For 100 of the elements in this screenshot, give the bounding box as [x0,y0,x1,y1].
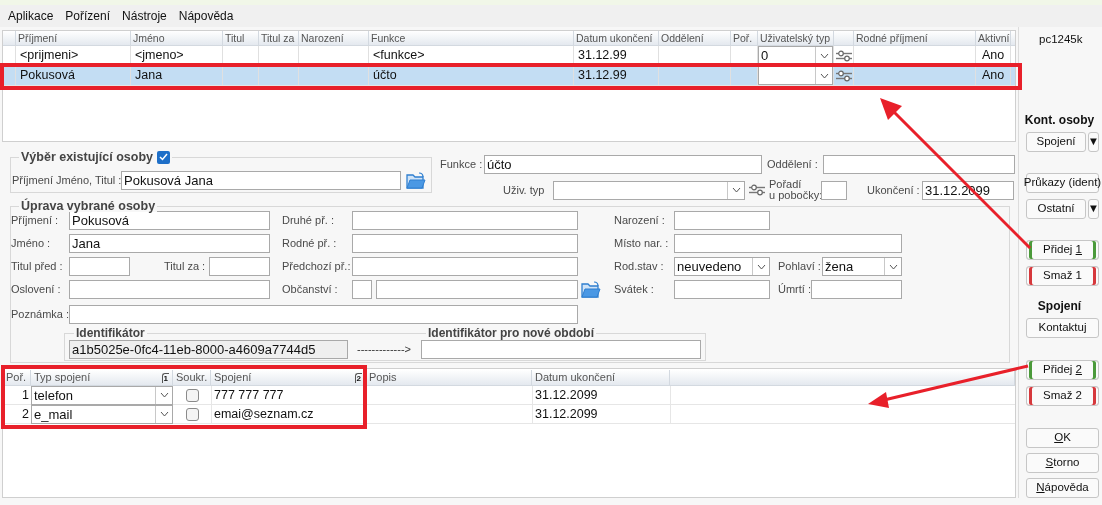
column-header: Příjmení [18,32,58,44]
column-header: Datum ukončení [576,32,653,44]
button[interactable]: Smaž 2 [1026,386,1099,406]
dropdown-field[interactable] [553,180,745,200]
field-label: Svátek : [614,282,655,298]
field-label: Předchozí př.: [282,259,352,275]
field-label: Uživ. typ [503,182,546,198]
table-cell-text: 777 777 777 [214,386,284,404]
text-field[interactable] [352,257,578,276]
menu-item[interactable]: Nástroje [116,7,173,25]
field-label: Úmrtí : [778,282,811,298]
button[interactable]: OK [1026,428,1099,448]
text-field[interactable] [823,155,1015,174]
sort-indicator: 1 [161,372,169,383]
column-header: Jméno [133,32,165,44]
button[interactable]: Průkazy (ident) [1026,173,1099,193]
dropdown-field[interactable]: žena [822,257,902,276]
button[interactable]: Spojení [1026,132,1086,152]
text-field[interactable] [421,340,701,359]
column-header: Uživatelský typ [760,32,831,44]
button[interactable]: Nápověda [1026,478,1099,498]
button[interactable]: Storno [1026,453,1099,473]
field-label: Rod.stav : [614,259,665,275]
dropdown-field[interactable]: neuvedeno [674,257,770,276]
text-field[interactable] [674,280,770,299]
text-field[interactable] [209,257,270,276]
text-field[interactable] [674,234,902,253]
table-cell-text: 1 [22,386,29,404]
field-label: Oddělení : [767,157,819,173]
folder-icon [406,172,426,189]
table-cell-text: Ano [980,47,1006,65]
text-field[interactable] [352,211,578,230]
column-header: Poř. [6,370,27,386]
button[interactable]: Kontaktuj [1026,318,1099,338]
field-label: Pohlaví : [778,259,822,275]
column-header: Spojení [214,370,252,386]
text-field[interactable]: Jana [69,234,270,253]
chevron-down-icon [159,392,169,398]
dropdown-button[interactable]: ▼ [1088,132,1099,152]
table-row[interactable]: Pokusová Jana účto 31.12.99 Ano [3,66,1015,86]
button[interactable]: Smaž 1 [1026,266,1099,286]
column-header: Rodné příjmení [856,32,928,44]
button[interactable]: Přidej 2 [1026,360,1099,380]
text-field[interactable]: účto [484,155,762,174]
field-label: Oslovení : [11,282,62,298]
text-field[interactable] [376,280,578,299]
menu-item[interactable]: Pořízení [59,7,117,25]
field-label: Občanství : [282,282,339,298]
table-cell-text: účto [372,67,398,85]
checkbox[interactable] [157,150,170,164]
sort-indicator: 2 [354,372,362,383]
column-header: Typ spojení [34,370,91,386]
column-header: Aktivní [978,32,1010,44]
button[interactable]: Ostatní [1026,199,1086,219]
chevron-down-icon [888,263,898,270]
field-label: Místo nar. : [614,236,670,252]
text-field[interactable] [69,305,578,324]
column-header: Datum ukončení [535,370,616,386]
group-title: Identifikátor [76,327,145,339]
table-cell-text: Pokusová [19,67,76,85]
column-header: Titul za [261,32,295,44]
table-cell-text: <prijmeni> [19,47,80,65]
group-title: Výběr existující osoby [21,149,153,165]
sliders-icon [834,49,853,62]
button[interactable]: Přidej 1 [1026,240,1099,260]
computer-name: pc1245k [1039,32,1084,46]
column-header: Narození [301,32,344,44]
table-cell-text: 31.12.2099 [535,405,598,423]
text-field[interactable] [352,234,578,253]
text-field[interactable] [352,280,372,299]
text-field[interactable] [811,280,902,299]
text-field[interactable] [69,280,270,299]
field-label: Titul za : [164,259,207,275]
arrow-text: -------------> [355,342,412,358]
table-cell-text: 31.12.2099 [535,386,598,404]
table-cell-text: 2 [22,405,29,423]
table-cell-text: <jmeno> [134,47,185,65]
id-field[interactable]: a1b5025e-0fc4-11eb-8000-a4609a7744d5 [69,340,348,359]
text-field[interactable]: Pokusová Jana [121,171,401,190]
checkbox[interactable] [185,388,199,402]
column-header: Titul [225,32,245,44]
text-field[interactable] [69,257,130,276]
field-label: Příjmení Jméno, Titul : [11,173,121,189]
text-field[interactable] [821,180,847,200]
text-field[interactable] [674,211,770,230]
menu-item[interactable]: Aplikace [2,7,60,25]
sliders-icon [834,69,853,82]
table-cell-text: Ano [980,67,1006,85]
field-label: u pobočky: [769,190,821,201]
checkbox[interactable] [185,407,199,421]
folder-icon [581,281,601,298]
field-label: Rodné př. : [282,236,338,252]
field-label: Poznámka : [11,307,69,323]
column-header: Poř. [733,32,753,44]
column-header: Popis [369,370,397,386]
menu-item[interactable]: Nápověda [172,7,240,25]
field-label: Jméno : [11,236,52,252]
field-label: Pořadí [769,179,803,190]
column-header: Oddělení [661,32,704,44]
dropdown-button[interactable]: ▼ [1088,199,1099,219]
